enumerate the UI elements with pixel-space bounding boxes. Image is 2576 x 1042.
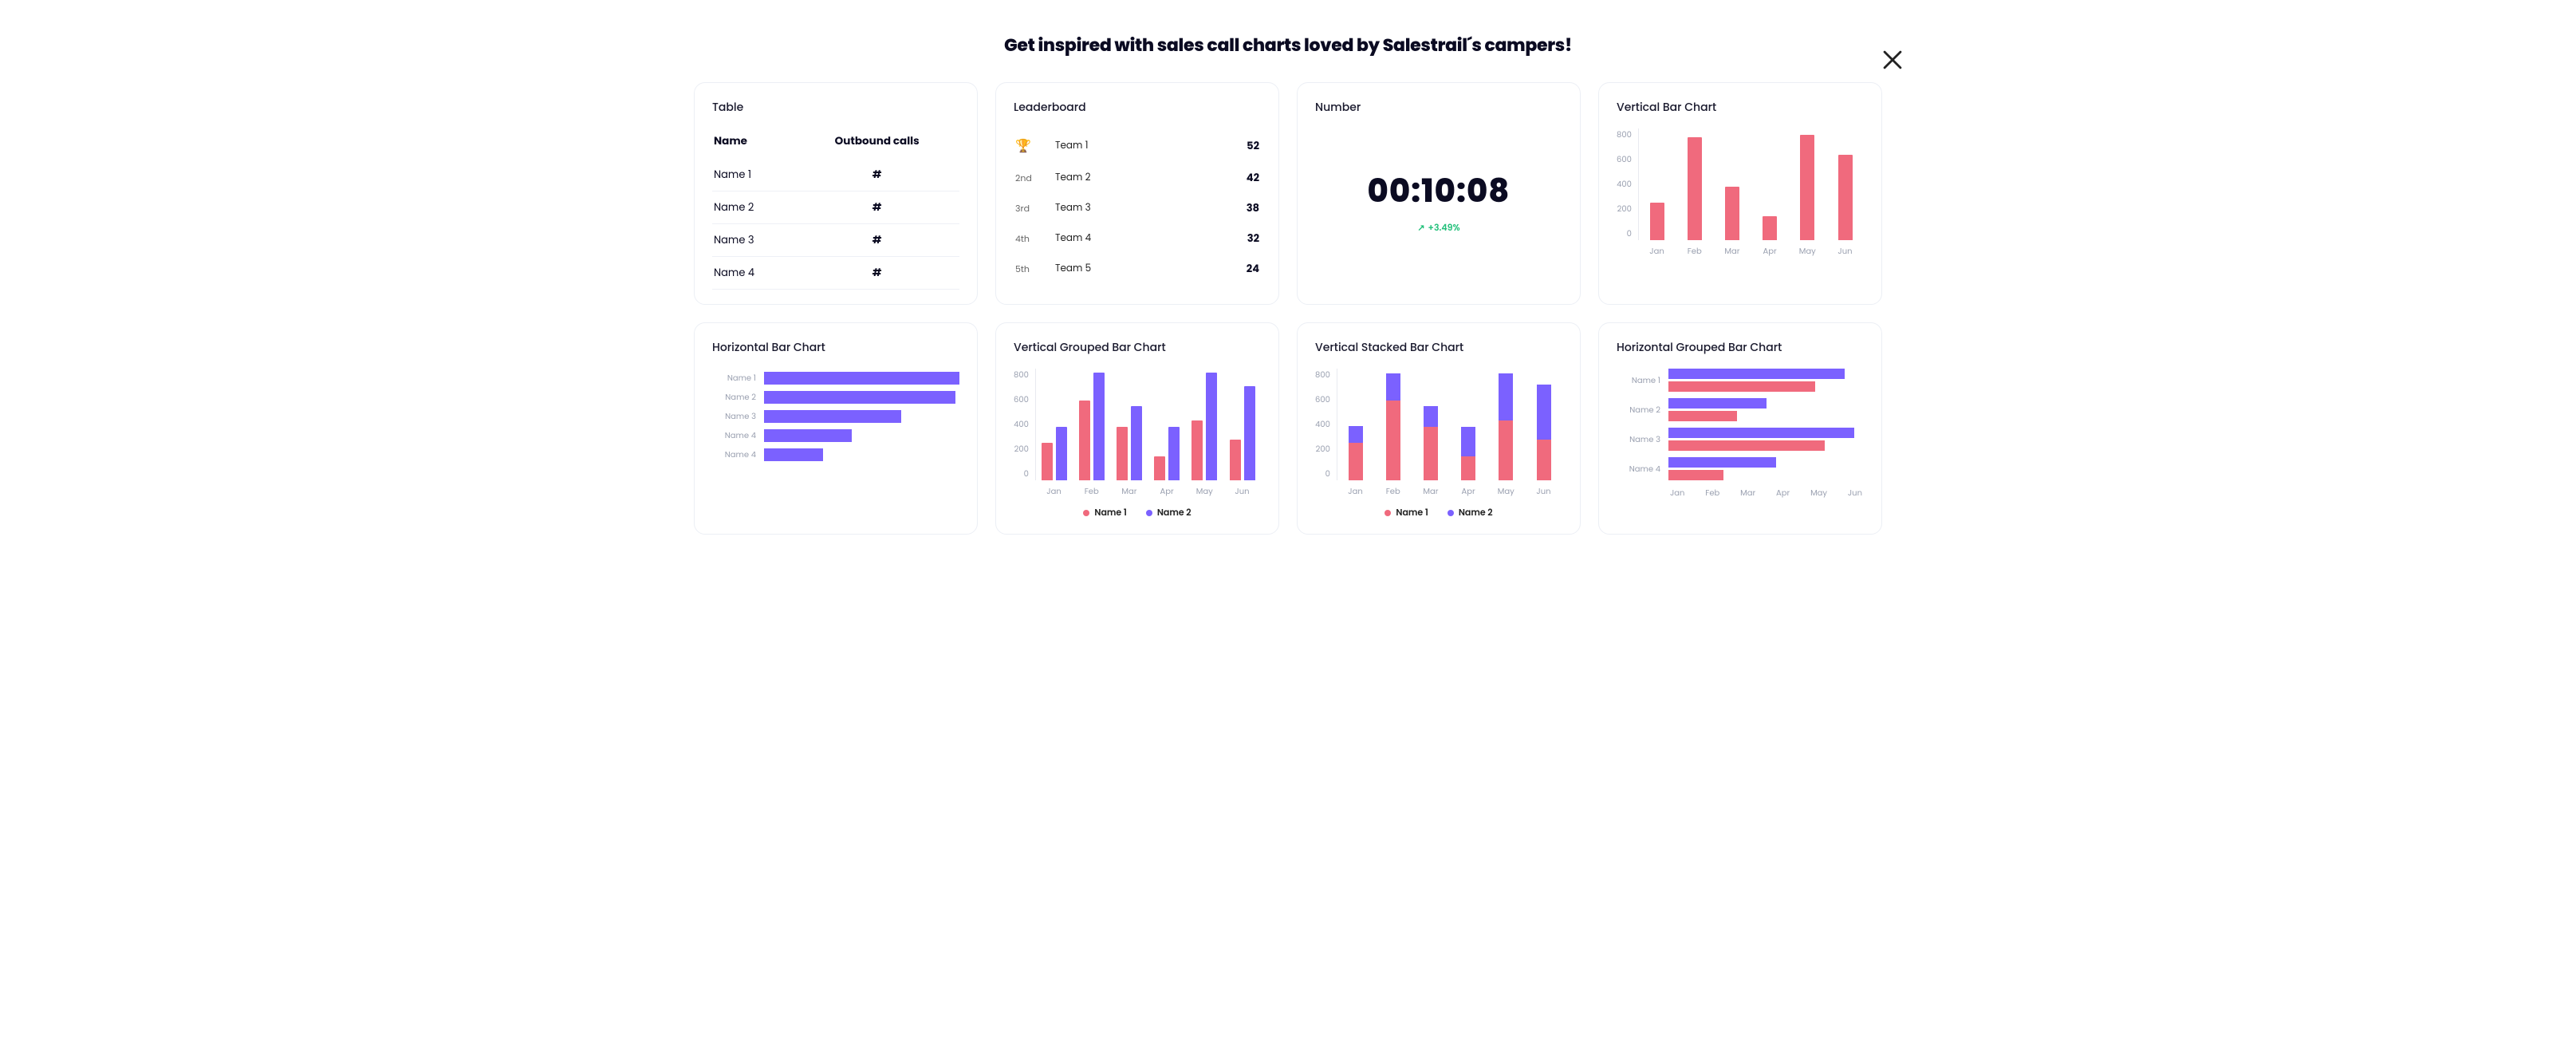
trophy-icon: 🏆 [1015, 136, 1031, 155]
card-leaderboard[interactable]: Leaderboard 🏆 Team 1 52 2nd Team 2 42 3r… [995, 82, 1279, 305]
card-title: Number [1315, 99, 1562, 116]
table-header: Outbound calls [794, 128, 959, 159]
leaderboard-table: 🏆 Team 1 52 2nd Team 2 42 3rd Team 3 38 … [1014, 128, 1261, 284]
card-title: Vertical Bar Chart [1617, 99, 1864, 116]
y-axis: 8006004002000 [1617, 128, 1638, 240]
chart-plot [1638, 128, 1864, 240]
table-row: Name 3 # [712, 224, 959, 257]
card-horizontal-bar[interactable]: Horizontal Bar Chart Name 1Name 2Name 3N… [694, 322, 978, 535]
table-row: Name 1 # [712, 159, 959, 191]
chart-legend: Name 1 Name 2 [1315, 506, 1562, 519]
table-row: Name 2 # [712, 191, 959, 224]
card-vertical-grouped-bar[interactable]: Vertical Grouped Bar Chart 8006004002000… [995, 322, 1279, 535]
x-axis: JanFebMarAprMayJun [1337, 485, 1562, 498]
leaderboard-row: 5th Team 5 24 [1014, 254, 1261, 284]
card-title: Horizontal Bar Chart [712, 339, 959, 356]
table-row: Name 4 # [712, 257, 959, 290]
close-icon[interactable] [1879, 46, 1906, 73]
card-table[interactable]: Table Name Outbound calls Name 1 # Name … [694, 82, 978, 305]
table-header: Name [712, 128, 794, 159]
card-horizontal-grouped-bar[interactable]: Horizontal Grouped Bar Chart Name 1Name … [1598, 322, 1882, 535]
card-title: Vertical Stacked Bar Chart [1315, 339, 1562, 356]
card-number[interactable]: Number 00:10:08 ↗+3.49% [1297, 82, 1581, 305]
x-axis: JanFebMarAprMayJun [1617, 487, 1864, 499]
metric-delta: ↗+3.49% [1417, 221, 1459, 235]
chart-legend: Name 1 Name 2 [1014, 506, 1261, 519]
leaderboard-row: 🏆 Team 1 52 [1014, 128, 1261, 163]
card-vertical-stacked-bar[interactable]: Vertical Stacked Bar Chart 8006004002000… [1297, 322, 1581, 535]
legend-dot-icon [1083, 510, 1089, 516]
chart-plot: Name 1Name 2Name 3Name 4 [1617, 369, 1864, 480]
trend-up-icon: ↗ [1417, 221, 1424, 234]
y-axis: 8006004002000 [1014, 369, 1035, 480]
metric-value: 00:10:08 [1368, 167, 1511, 215]
leaderboard-row: 4th Team 4 32 [1014, 223, 1261, 254]
card-title: Table [712, 99, 959, 116]
card-title: Horizontal Grouped Bar Chart [1617, 339, 1864, 356]
x-axis: JanFebMarAprMayJun [1638, 245, 1864, 258]
card-title: Vertical Grouped Bar Chart [1014, 339, 1261, 356]
leaderboard-row: 2nd Team 2 42 [1014, 163, 1261, 193]
leaderboard-row: 3rd Team 3 38 [1014, 193, 1261, 223]
legend-dot-icon [1146, 510, 1152, 516]
chart-plot [1035, 369, 1261, 480]
card-title: Leaderboard [1014, 99, 1261, 116]
legend-dot-icon [1385, 510, 1391, 516]
x-axis: JanFebMarAprMayJun [1035, 485, 1261, 498]
data-table: Name Outbound calls Name 1 # Name 2 # Na… [712, 128, 959, 290]
page-title: Get inspired with sales call charts love… [694, 32, 1882, 58]
chart-gallery: Table Name Outbound calls Name 1 # Name … [694, 82, 1882, 535]
chart-plot: Name 1Name 2Name 3Name 4Name 4 [712, 372, 959, 461]
chart-plot [1337, 369, 1562, 480]
card-vertical-bar[interactable]: Vertical Bar Chart 8006004002000 JanFebM… [1598, 82, 1882, 305]
legend-dot-icon [1448, 510, 1454, 516]
y-axis: 8006004002000 [1315, 369, 1337, 480]
